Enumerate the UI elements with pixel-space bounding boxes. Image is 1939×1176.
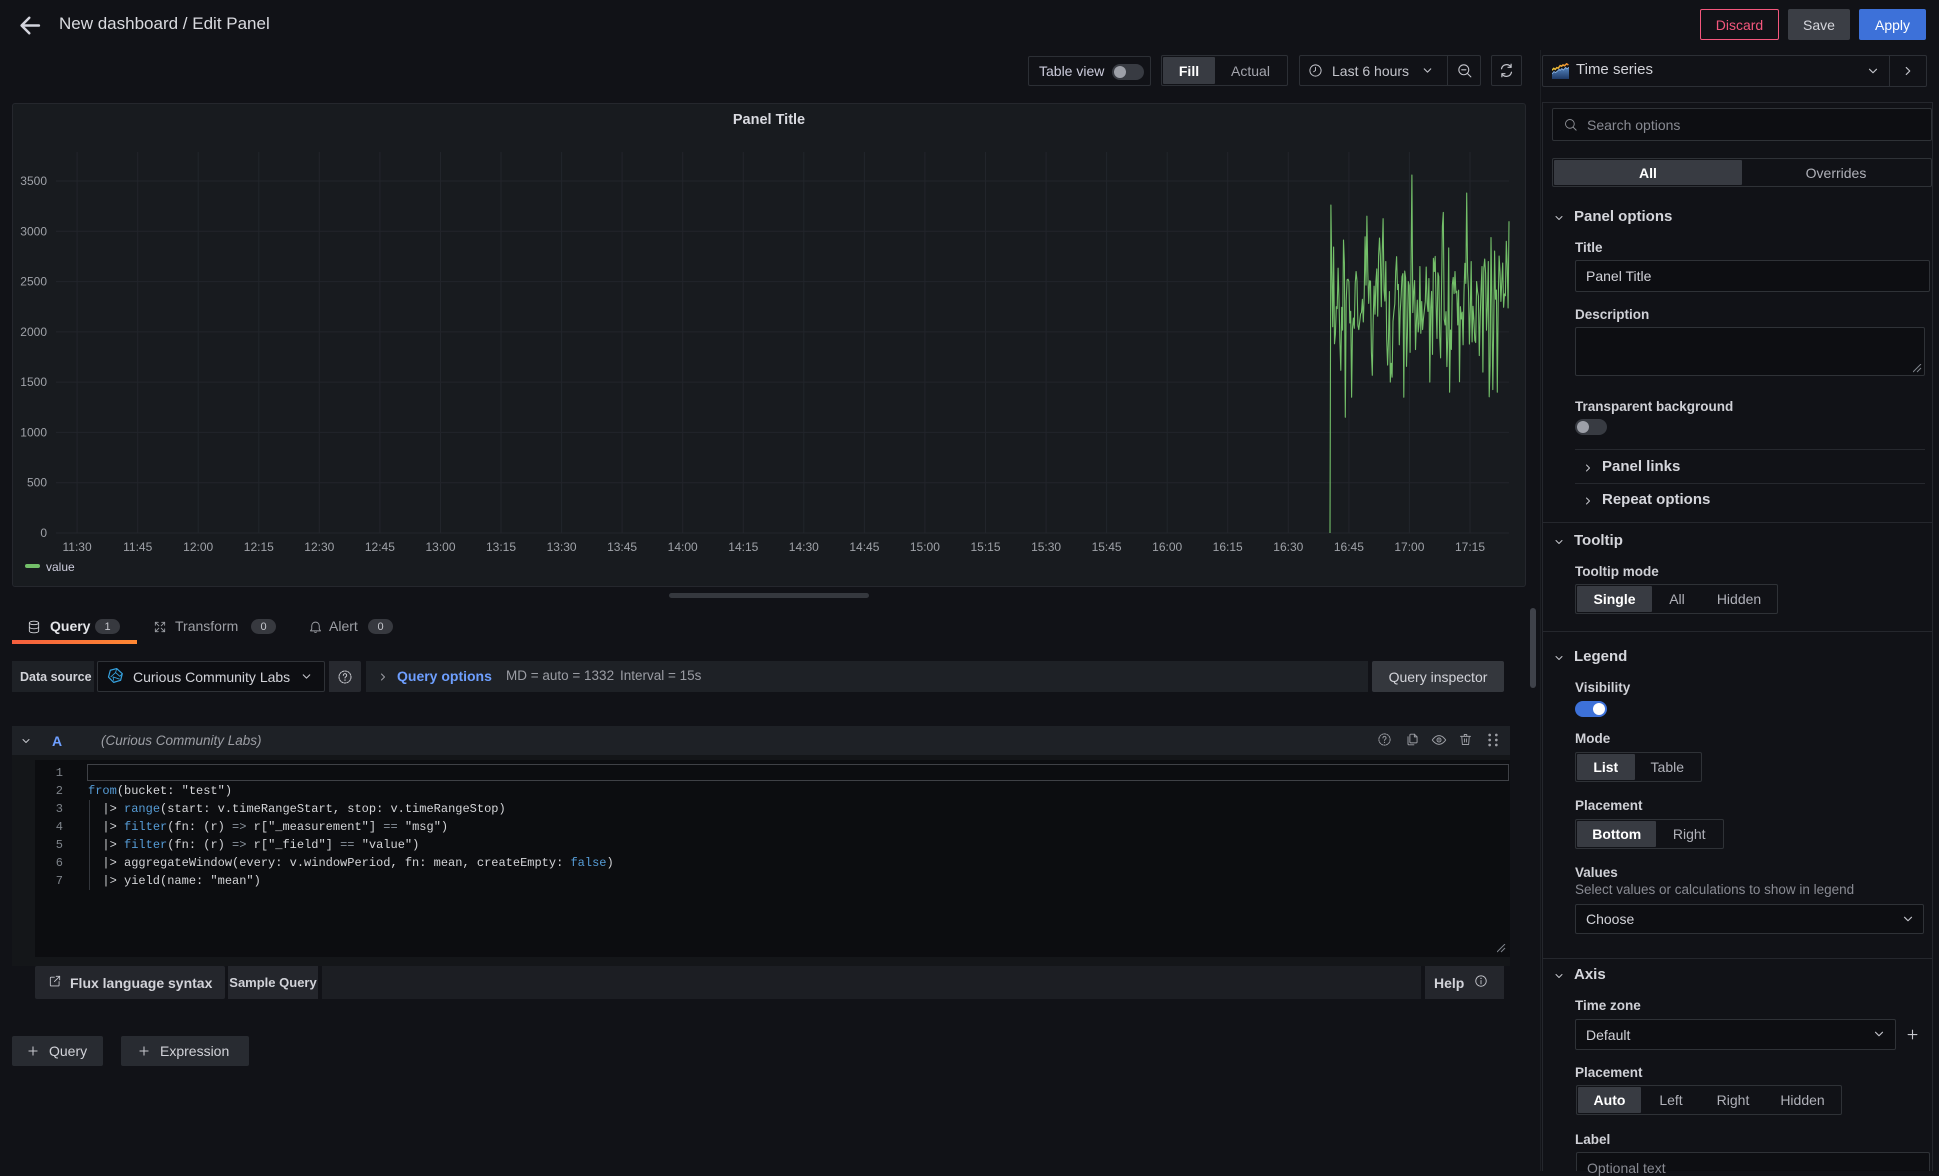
svg-text:13:30: 13:30 xyxy=(547,540,577,554)
svg-text:11:45: 11:45 xyxy=(123,540,152,554)
svg-text:12:15: 12:15 xyxy=(244,540,274,554)
svg-text:13:15: 13:15 xyxy=(486,540,516,554)
svg-text:16:15: 16:15 xyxy=(1213,540,1243,554)
svg-text:17:00: 17:00 xyxy=(1394,540,1424,554)
svg-text:500: 500 xyxy=(27,476,47,490)
svg-text:12:00: 12:00 xyxy=(183,540,213,554)
svg-text:16:00: 16:00 xyxy=(1152,540,1182,554)
svg-text:11:30: 11:30 xyxy=(63,540,92,554)
svg-text:0: 0 xyxy=(40,526,47,540)
svg-text:value: value xyxy=(46,560,75,574)
svg-text:2500: 2500 xyxy=(20,275,47,289)
svg-text:16:45: 16:45 xyxy=(1334,540,1364,554)
svg-text:13:45: 13:45 xyxy=(607,540,637,554)
svg-text:15:00: 15:00 xyxy=(910,540,940,554)
svg-text:1000: 1000 xyxy=(20,425,47,439)
svg-text:14:15: 14:15 xyxy=(728,540,758,554)
svg-text:1500: 1500 xyxy=(20,375,47,389)
svg-text:15:30: 15:30 xyxy=(1031,540,1061,554)
svg-text:14:45: 14:45 xyxy=(849,540,879,554)
svg-text:13:00: 13:00 xyxy=(425,540,455,554)
svg-text:15:15: 15:15 xyxy=(970,540,1000,554)
svg-text:14:00: 14:00 xyxy=(668,540,698,554)
svg-text:2000: 2000 xyxy=(20,325,47,339)
svg-text:12:30: 12:30 xyxy=(304,540,334,554)
svg-text:3000: 3000 xyxy=(20,224,47,238)
svg-text:15:45: 15:45 xyxy=(1092,540,1122,554)
svg-text:17:15: 17:15 xyxy=(1455,540,1485,554)
svg-text:16:30: 16:30 xyxy=(1273,540,1303,554)
svg-text:3500: 3500 xyxy=(20,174,47,188)
svg-text:12:45: 12:45 xyxy=(365,540,395,554)
svg-text:14:30: 14:30 xyxy=(789,540,819,554)
